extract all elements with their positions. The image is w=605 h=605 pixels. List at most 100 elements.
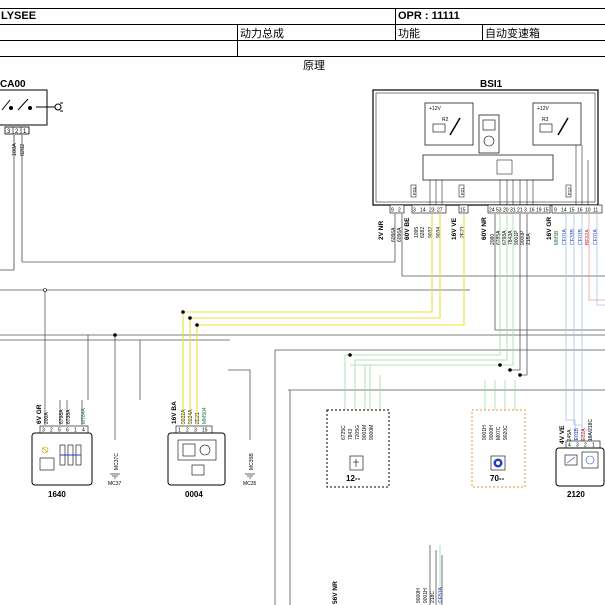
c1640-label: 1640 [48, 490, 66, 499]
wire-code: 7843 [348, 429, 354, 440]
ground-label: MC35 [243, 481, 257, 487]
c70-label: 70-- [490, 474, 505, 483]
connector-name: 56V NR [332, 581, 339, 604]
bsi1-pin: 3 [524, 208, 527, 214]
bsi1-pin: 10 [585, 208, 591, 214]
bsi1-pin: 24 [489, 208, 495, 214]
ca00-wire-code: 8282 [20, 144, 26, 156]
ground-label: MC37 [108, 481, 122, 487]
bsi1-pin: 53 [496, 208, 502, 214]
ground-icon [245, 473, 255, 479]
bsi1-pin: 31 [510, 208, 516, 214]
wire-code: 9001H [423, 588, 429, 603]
bsi1-pin: 15 [569, 208, 575, 214]
blue-wires [565, 214, 605, 445]
wire-code: CE01A [593, 228, 599, 245]
wire-code: 218C [430, 591, 436, 603]
wire-code: 9000M [369, 425, 375, 440]
bsi1-pin: 15 [543, 208, 549, 214]
bsi1-body [372, 89, 599, 206]
ground-icon [110, 473, 120, 479]
bsi1-module-icon [478, 114, 500, 154]
gearbox-icon [490, 455, 506, 471]
ca00-wire-code: 100A [12, 143, 18, 156]
wire-code: CE33B [570, 228, 576, 245]
bsi1-pin: 9 [391, 208, 394, 214]
connector-name: 16V VE [451, 217, 458, 240]
bsi1-pin: 9 [554, 208, 557, 214]
wire-code: 6738A [66, 409, 72, 424]
ground-wire: MC37C [114, 453, 120, 470]
wire-code: MM504 [202, 407, 208, 424]
c2120-label: 2120 [567, 490, 585, 499]
fuse-label: F24 [412, 187, 417, 195]
connector-name: 16V GR [546, 217, 553, 240]
wire-code: M07C [496, 426, 502, 440]
wire-code: 7205G [355, 425, 361, 440]
fuse-label: F21 [460, 187, 465, 195]
relay-label: R3 [542, 117, 549, 123]
instrument-cluster-icon [177, 439, 217, 476]
fuse-label: F12 [567, 187, 572, 195]
relay-label: R2 [442, 117, 449, 123]
c1640-body [31, 432, 93, 486]
wire-code: 9000H [416, 588, 422, 603]
wire-code: CE01B [578, 228, 584, 245]
relay-supply: +12V [429, 106, 441, 112]
wire-code: 200A [44, 412, 50, 424]
connector-name: 6V GR [36, 404, 43, 424]
ca00-switch-icon [1, 98, 63, 112]
c0004-label: 0004 [185, 490, 203, 499]
sensor-icon [349, 455, 364, 471]
bsi1-pin: 16 [529, 208, 535, 214]
wire-code: 9001M [362, 425, 368, 440]
bsi1-pin: 3 [413, 208, 416, 214]
wire-code: 6725C [341, 425, 347, 440]
wire-code: CE51A [438, 586, 444, 603]
bsi1-pin: 23 [429, 208, 435, 214]
c0004-body [167, 432, 226, 486]
c12-label: 12-- [346, 474, 361, 483]
connector-name: 4V VE [559, 425, 566, 444]
bsi1-pin: 21 [517, 208, 523, 214]
wire-code: 9001H [482, 425, 488, 440]
c1640-selector-icon [39, 444, 82, 471]
ground-wire: MC35B [249, 453, 255, 470]
wire-code: 6798A [59, 409, 65, 424]
bsi1-pin: 11 [593, 208, 598, 214]
wire-code: 9034 [436, 227, 442, 238]
connector-name: 2V NR [378, 221, 385, 240]
harness-wires [0, 214, 605, 605]
wire-code: MM5B [554, 230, 560, 245]
bsi1-pin: 14 [561, 208, 567, 214]
wire-code: 8282 [420, 227, 426, 238]
bsi1-pin: 2 [398, 208, 401, 214]
connector-name: 60V BE [404, 217, 411, 240]
bsi1-pin: 15 [460, 208, 466, 214]
wire-code: 9000H [489, 425, 495, 440]
brake-switch-icon [564, 451, 599, 469]
wire-code: BE02A [585, 229, 591, 245]
wire-code: 9032 [428, 227, 434, 238]
bsi1-pin: 16 [577, 208, 583, 214]
wiring-diagram: CA00 3 2 1 100A 8282 BSI1 +12V R2 +12V R… [0, 79, 605, 605]
bsi1-ecu [422, 154, 554, 181]
bsi1-pin: 27 [437, 208, 443, 214]
wire-code: 9032A [181, 409, 187, 424]
bsi1-pin: 14 [420, 208, 426, 214]
connector-name: 60V NR [481, 217, 488, 240]
bsi1-pin: 19 [536, 208, 542, 214]
bsi1-label: BSI1 [480, 79, 503, 90]
wire-code: 9034A [188, 409, 194, 424]
wire-code: 2E21 [460, 226, 466, 238]
c2120-body [555, 447, 605, 487]
wire-code: 2E21 [195, 412, 201, 424]
wire-code: M784A [81, 407, 87, 424]
yellow-wires [182, 214, 465, 400]
wire-code: 218A/218C [588, 419, 594, 444]
relay-supply: +12V [537, 106, 549, 112]
connector-name: 16V BA [171, 401, 178, 424]
bsi1-pin: 20 [503, 208, 509, 214]
ca00-label: CA00 [0, 79, 26, 90]
wire-code: 9020C [503, 425, 509, 440]
